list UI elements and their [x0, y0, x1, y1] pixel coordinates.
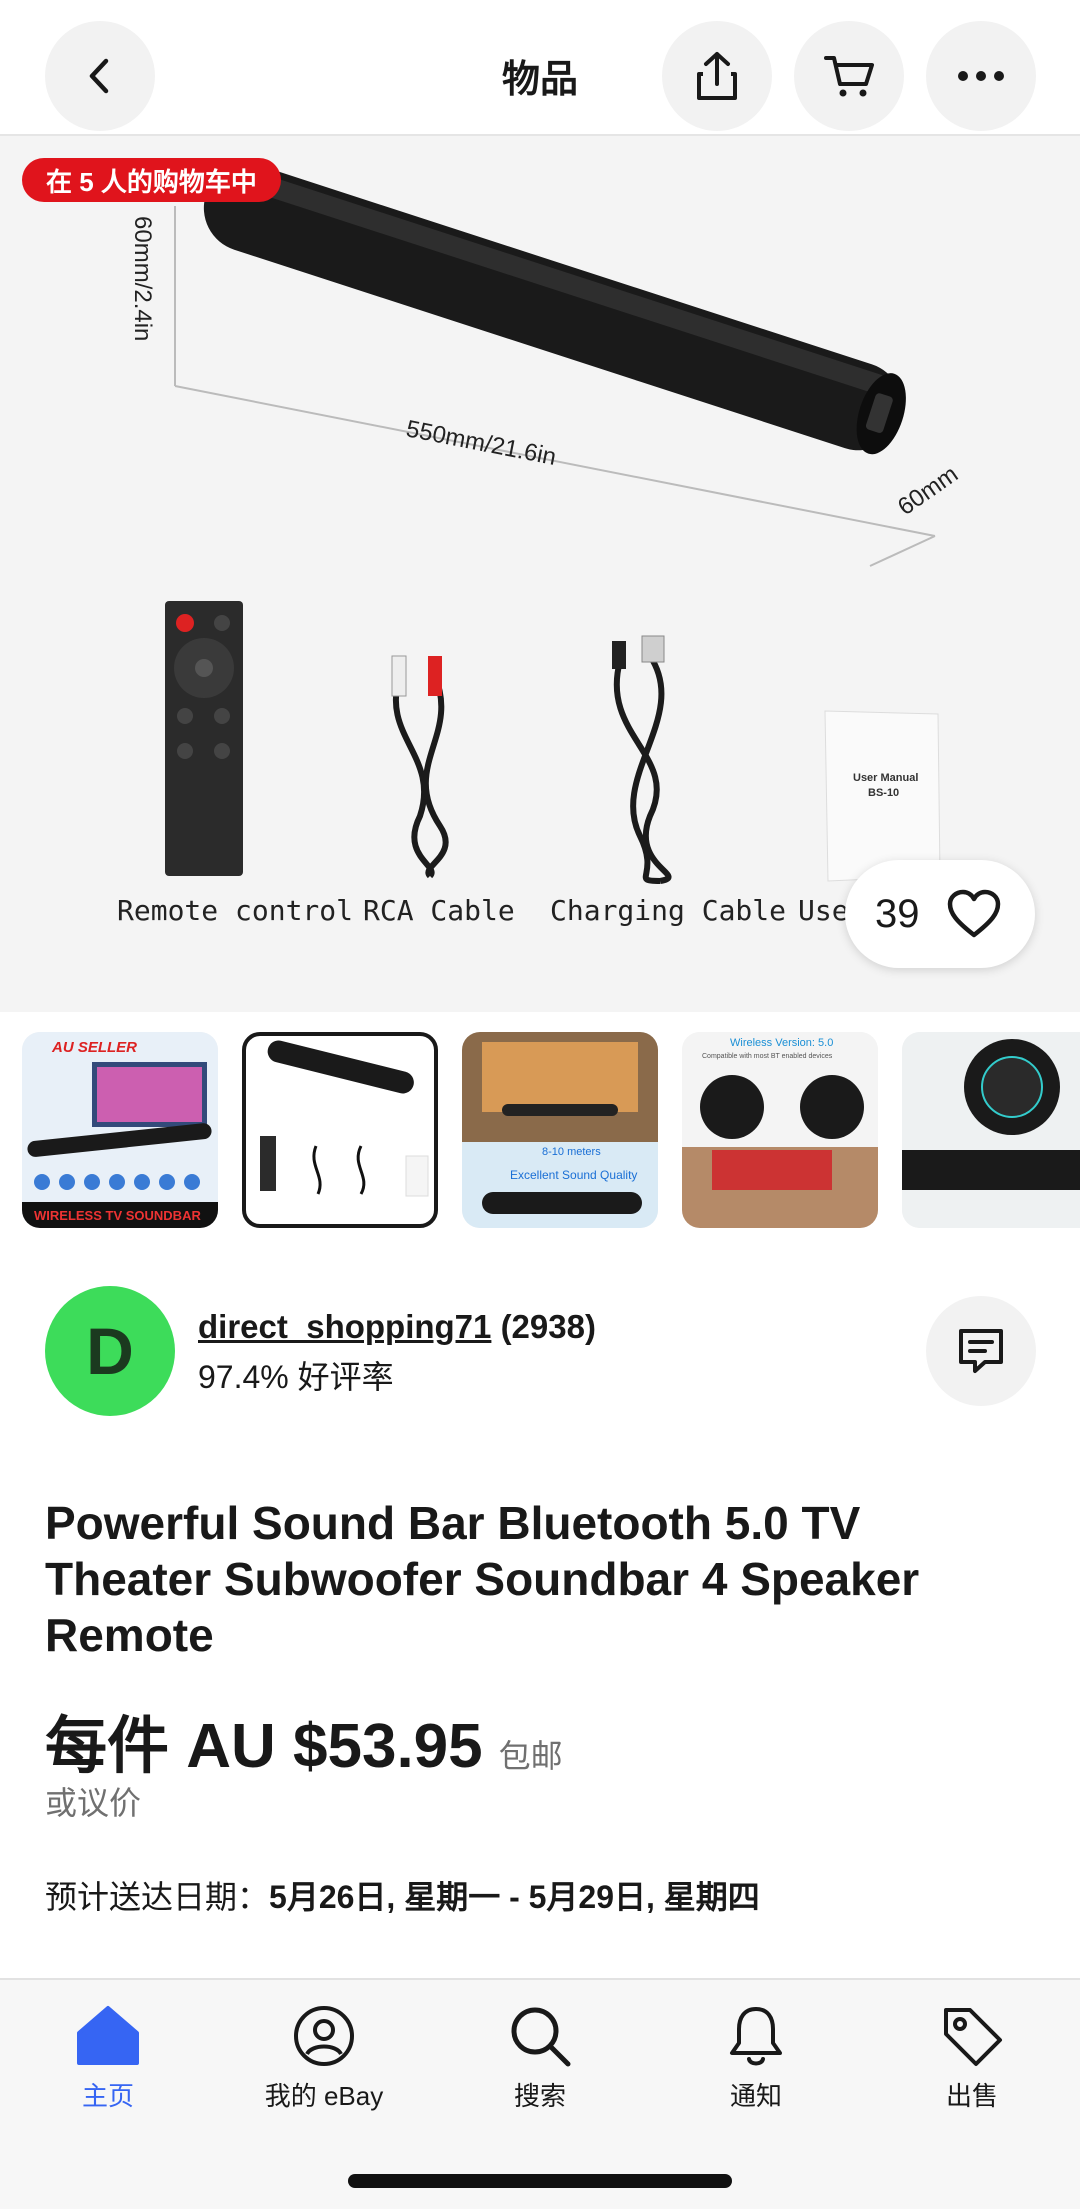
bottom-navigation: 主页 我的 eBay 搜索 通知 出售: [0, 1978, 1080, 2209]
bell-icon: [730, 2007, 782, 2066]
message-icon: [959, 1329, 1003, 1373]
manual-text-line1: User Manual: [853, 772, 918, 784]
seller-feedback-count: (2938): [500, 1308, 596, 1345]
seller-rating: 97.4% 好评率: [198, 1359, 394, 1395]
seller-name-link[interactable]: direct_shopping71: [198, 1308, 491, 1345]
delivery-dates: 5月26日, 星期一 - 5月29日, 星期四: [269, 1879, 760, 1915]
contact-seller-button[interactable]: [926, 1296, 1036, 1406]
thumbnail-4[interactable]: Wireless Version: 5.0 Compatible with mo…: [682, 1032, 878, 1228]
shipping-label: 包邮: [498, 1738, 563, 1774]
page-title: 物品: [501, 59, 578, 101]
nav-home-label: 主页: [81, 2081, 134, 2111]
thumbnail-strip[interactable]: AU SELLER WIRELESS TV SOUNDBAR 8-10 mete…: [0, 1032, 1080, 1232]
caption-manual: Use: [798, 894, 849, 927]
thumb4-sub: Compatible with most BT enabled devices: [702, 1053, 833, 1060]
product-hero-image[interactable]: 60mm/2.4in 550mm/21.6in 60mm User Manual…: [0, 136, 1080, 1012]
thumb4-title: Wireless Version: 5.0: [730, 1037, 833, 1049]
price-row: 每件 AU $53.95 包邮: [45, 1695, 563, 1785]
item-price: 每件 AU $53.95: [45, 1712, 483, 1781]
thumb3-caption: 8-10 meters: [542, 1146, 601, 1158]
dimension-length-label: 550mm/21.6in: [404, 415, 558, 471]
profile-icon: [294, 2006, 354, 2066]
seller-avatar[interactable]: D: [45, 1286, 175, 1416]
tag-icon: [944, 2008, 1002, 2066]
seller-name-row[interactable]: direct_shopping71 (2938): [198, 1308, 596, 1346]
caption-rca: RCA Cable: [363, 894, 515, 927]
dimension-depth-label: 60mm: [893, 461, 963, 521]
share-button[interactable]: [662, 21, 772, 131]
nav-selling-label: 出售: [945, 2081, 998, 2111]
in-carts-badge: 在 5 人的购物车中: [22, 158, 281, 202]
or-best-offer: 或议价: [45, 1785, 142, 1821]
cart-icon: [824, 56, 874, 97]
home-indicator[interactable]: [348, 2174, 732, 2188]
caption-charging: Charging Cable: [550, 894, 786, 927]
more-button[interactable]: [926, 21, 1036, 131]
cart-button[interactable]: [794, 21, 904, 131]
thumbnail-3[interactable]: 8-10 meters Excellent Sound Quality: [462, 1032, 658, 1228]
manual-text-line2: BS-10: [868, 787, 899, 799]
nav-my-ebay-label: 我的 eBay: [264, 2081, 384, 2111]
item-title: Powerful Sound Bar Bluetooth 5.0 TV Thea…: [45, 1497, 920, 1661]
nav-home[interactable]: 主页: [28, 2000, 188, 2113]
more-dots-icon: [958, 71, 1004, 81]
thumb1-banner: AU SELLER: [51, 1039, 137, 1056]
share-icon: [697, 52, 737, 100]
thumbnail-2-selected[interactable]: [242, 1032, 438, 1228]
nav-search-label: 搜索: [513, 2081, 566, 2111]
watch-button[interactable]: 39: [845, 860, 1035, 968]
nav-notifications-label: 通知: [729, 2081, 782, 2111]
nav-search[interactable]: 搜索: [460, 2000, 620, 2113]
delivery-label: 预计送达日期：: [45, 1879, 270, 1915]
thumb3-quality: Excellent Sound Quality: [510, 1168, 637, 1182]
home-icon: [77, 2006, 139, 2065]
caption-remote: Remote control: [117, 894, 353, 927]
nav-notifications[interactable]: 通知: [676, 2000, 836, 2113]
thumb1-footer: WIRELESS TV SOUNDBAR: [34, 1208, 201, 1223]
nav-selling[interactable]: 出售: [892, 2000, 1052, 2113]
watch-count: 39: [875, 891, 920, 936]
thumbnail-1[interactable]: AU SELLER WIRELESS TV SOUNDBAR: [22, 1032, 218, 1228]
nav-my-ebay[interactable]: 我的 eBay: [244, 2000, 404, 2113]
top-bar: 物品: [0, 0, 1080, 136]
thumbnail-5[interactable]: [902, 1032, 1080, 1228]
delivery-estimate: 预计送达日期：5月26日, 星期一 - 5月29日, 星期四: [45, 1872, 760, 1918]
heart-icon: [947, 889, 1000, 938]
search-icon: [511, 2007, 571, 2067]
dimension-height-label: 60mm/2.4in: [129, 216, 156, 341]
